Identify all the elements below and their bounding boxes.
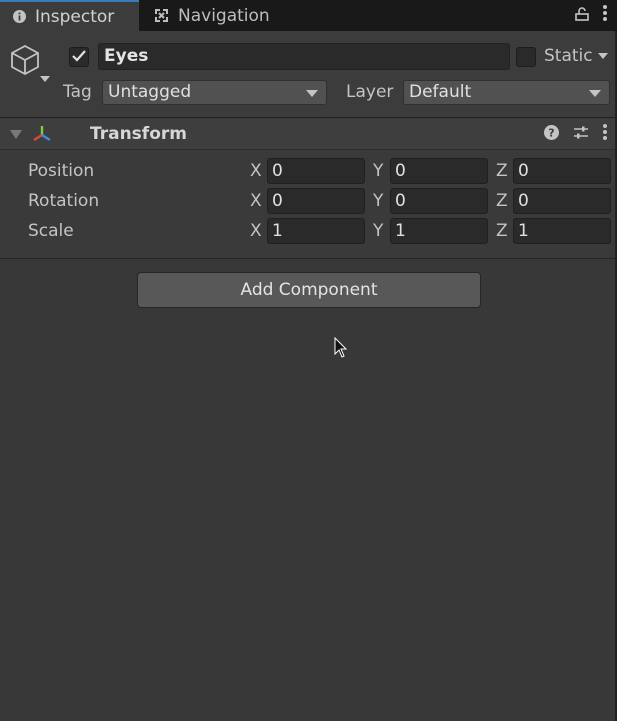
preset-sliders-icon[interactable] xyxy=(573,125,589,145)
tag-dropdown[interactable]: Untagged xyxy=(102,80,327,105)
position-x-field[interactable]: 0 xyxy=(267,158,365,184)
mouse-cursor-icon xyxy=(334,336,348,364)
component-menu-icon[interactable] xyxy=(603,124,607,145)
axis-y-label[interactable]: Y xyxy=(373,221,383,241)
rotation-label[interactable]: Rotation xyxy=(28,191,99,211)
info-icon xyxy=(13,10,26,23)
scale-label[interactable]: Scale xyxy=(28,221,74,241)
icon-dropdown-arrow-icon[interactable] xyxy=(40,76,50,82)
checkmark-icon xyxy=(72,47,86,67)
tab-navigation[interactable]: Navigation xyxy=(140,0,290,31)
foldout-arrow-icon[interactable] xyxy=(10,130,22,139)
active-checkbox[interactable] xyxy=(69,47,89,67)
layer-dropdown[interactable]: Default xyxy=(403,80,610,105)
transform-header[interactable]: Transform ? xyxy=(0,119,617,150)
kebab-menu-icon[interactable] xyxy=(603,5,607,26)
tab-bar: Inspector Navigation xyxy=(0,0,617,31)
rotation-y-field[interactable]: 0 xyxy=(390,188,488,214)
static-checkbox[interactable] xyxy=(516,47,536,67)
scale-z-field[interactable]: 1 xyxy=(513,218,611,244)
rotation-z-field[interactable]: 0 xyxy=(513,188,611,214)
static-dropdown-arrow-icon[interactable] xyxy=(598,53,608,59)
layer-label: Layer xyxy=(346,82,394,102)
add-component-button[interactable]: Add Component xyxy=(137,272,481,308)
tag-label: Tag xyxy=(63,82,92,102)
tab-label: Inspector xyxy=(35,6,115,27)
chevron-down-icon xyxy=(589,90,601,97)
tab-label: Navigation xyxy=(178,5,270,26)
tab-inspector[interactable]: Inspector xyxy=(0,0,139,31)
axis-x-label[interactable]: X xyxy=(250,161,262,181)
chevron-down-icon xyxy=(306,90,318,97)
tag-value: Untagged xyxy=(108,82,192,102)
object-name-field[interactable]: Eyes xyxy=(98,43,510,70)
scale-y-field[interactable]: 1 xyxy=(390,218,488,244)
static-label[interactable]: Static xyxy=(544,46,593,66)
layer-value: Default xyxy=(409,82,472,102)
transform-body: Position X 0 Y 0 Z 0 Rotation X 0 Y 0 Z … xyxy=(0,150,617,259)
navigation-icon xyxy=(154,8,169,23)
help-icon[interactable]: ? xyxy=(544,124,559,145)
axis-x-label[interactable]: X xyxy=(250,221,262,241)
axis-z-label[interactable]: Z xyxy=(496,161,508,181)
gameobject-cube-icon[interactable] xyxy=(10,44,40,81)
lock-icon[interactable] xyxy=(575,6,589,26)
object-header: Eyes Static Tag Untagged Layer Default xyxy=(0,31,617,118)
position-label[interactable]: Position xyxy=(28,161,94,181)
component-title: Transform xyxy=(90,124,187,144)
position-y-field[interactable]: 0 xyxy=(390,158,488,184)
axis-z-label[interactable]: Z xyxy=(496,221,508,241)
axis-x-label[interactable]: X xyxy=(250,191,262,211)
scale-x-field[interactable]: 1 xyxy=(267,218,365,244)
rotation-x-field[interactable]: 0 xyxy=(267,188,365,214)
svg-text:?: ? xyxy=(548,126,554,139)
axis-z-label[interactable]: Z xyxy=(496,191,508,211)
axis-y-label[interactable]: Y xyxy=(373,191,383,211)
axis-y-label[interactable]: Y xyxy=(373,161,383,181)
position-z-field[interactable]: 0 xyxy=(513,158,611,184)
transform-icon xyxy=(31,124,53,149)
